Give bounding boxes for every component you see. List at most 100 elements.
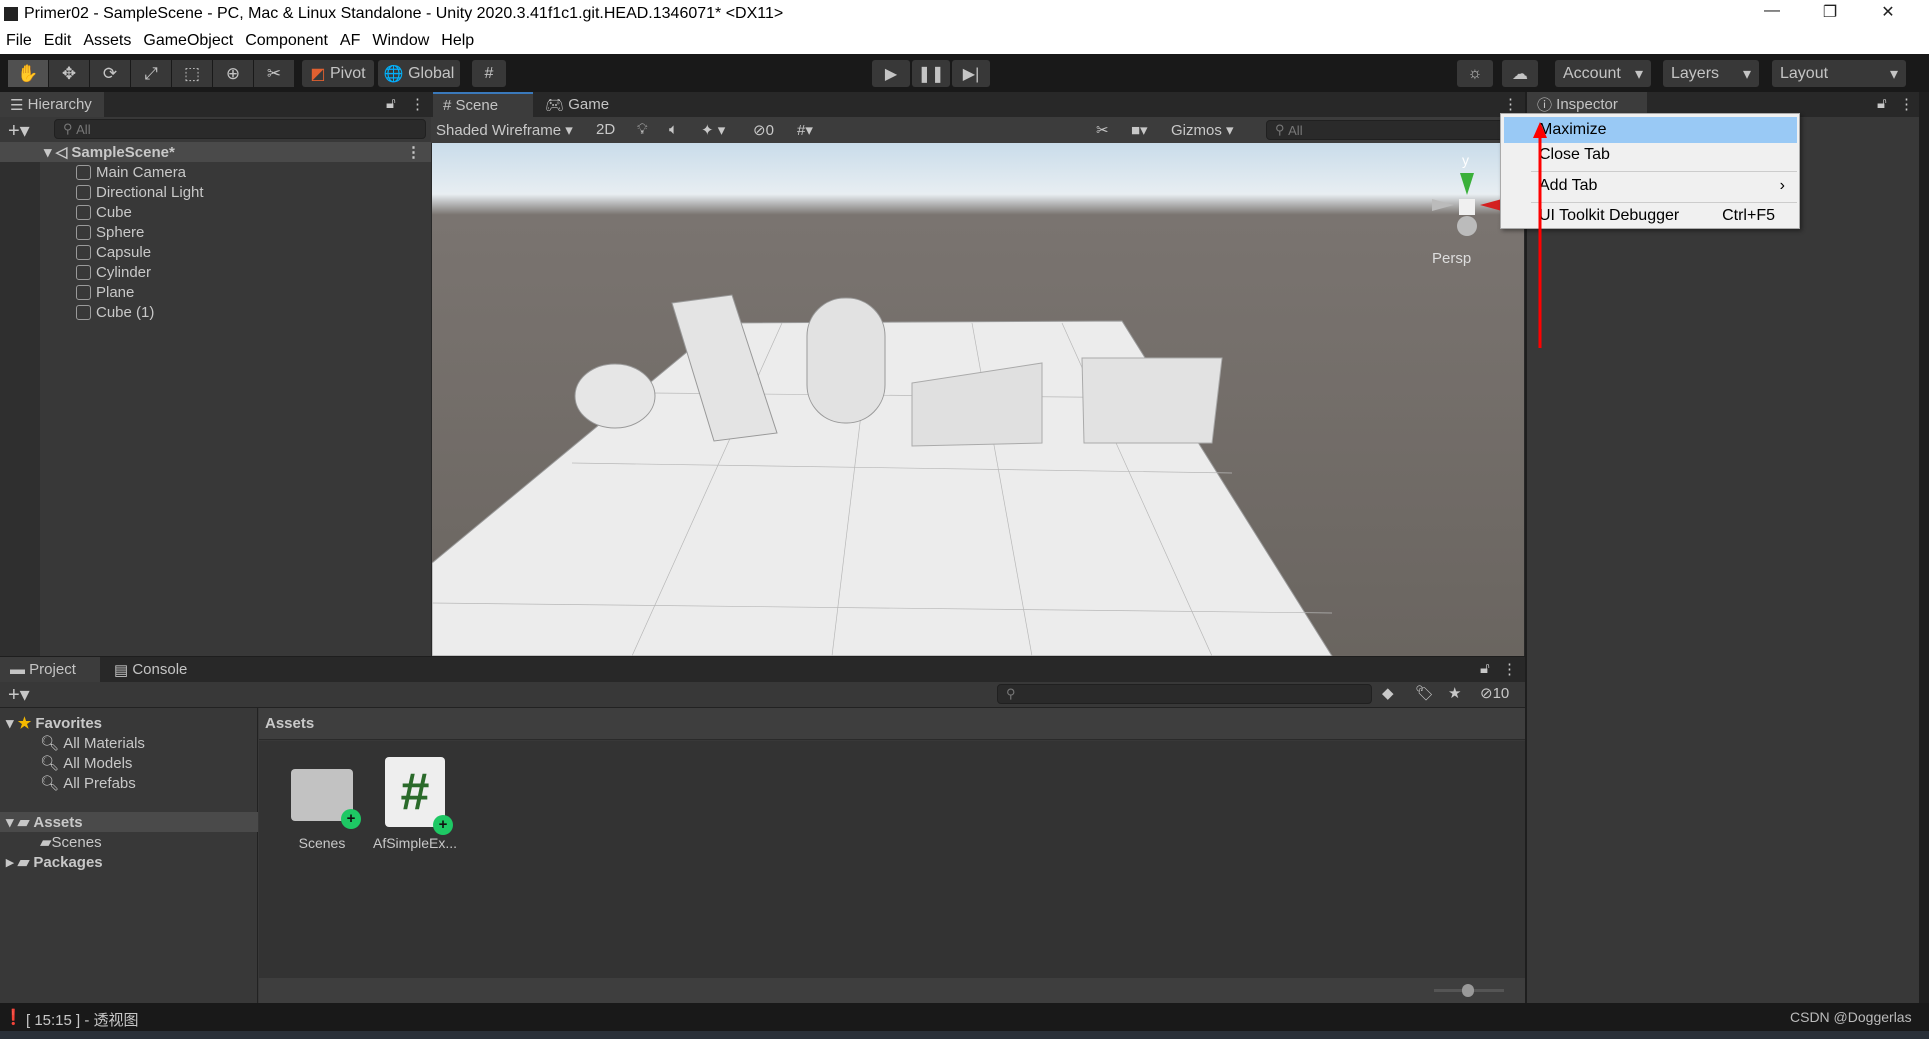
- hand-tool-icon[interactable]: ✋: [8, 60, 48, 87]
- layers-dropdown[interactable]: Layers ▾: [1663, 60, 1759, 87]
- menu-file[interactable]: File: [6, 32, 32, 50]
- gizmos-dropdown[interactable]: Gizmos ▾: [1171, 121, 1234, 139]
- search-icon: ⚲: [63, 121, 77, 136]
- menu-edit[interactable]: Edit: [44, 32, 72, 50]
- step-button[interactable]: ▶|: [952, 60, 990, 87]
- tab-scene[interactable]: # Scene: [433, 92, 533, 117]
- packages-folder-item[interactable]: ▸ ▰ Packages: [0, 852, 103, 872]
- grid-snap-button[interactable]: #: [472, 60, 506, 87]
- pause-button[interactable]: ❚❚: [912, 60, 950, 87]
- assets-breadcrumb[interactable]: Assets: [259, 708, 1525, 740]
- tab-project[interactable]: ▬ Project: [0, 657, 100, 682]
- hidden-objects-toggle[interactable]: ⊘0: [753, 121, 774, 139]
- rotate-tool-icon[interactable]: ⟳: [90, 60, 130, 87]
- hierarchy-item-label: Directional Light: [96, 183, 204, 201]
- close-button[interactable]: ✕: [1868, 2, 1908, 22]
- status-message[interactable]: [ 15:15 ] - 透视图: [26, 1009, 139, 1030]
- projection-label[interactable]: Persp: [1432, 250, 1471, 267]
- draw-mode-dropdown[interactable]: Shaded Wireframe ▾: [436, 121, 573, 139]
- slider-thumb[interactable]: [1462, 984, 1474, 997]
- transform-tool-icon[interactable]: ⊕: [213, 60, 253, 87]
- hierarchy-item[interactable]: Directional Light: [0, 182, 431, 202]
- capsule-object: [806, 297, 886, 424]
- rect-tool-icon[interactable]: ⬚: [172, 60, 212, 87]
- favorites-item[interactable]: ▾ ★ Favorites: [0, 713, 102, 733]
- favorite-all-materials[interactable]: 🔍︎ All Materials: [0, 733, 145, 753]
- layout-dropdown[interactable]: Layout ▾: [1772, 60, 1906, 87]
- tab-console[interactable]: ▤ Console: [104, 657, 197, 682]
- tab-game[interactable]: 🎮︎ Game: [535, 92, 619, 117]
- sphere-object: [574, 363, 656, 429]
- menu-component[interactable]: Component: [245, 32, 328, 50]
- search-by-label-icon[interactable]: 🏷︎: [1415, 684, 1434, 702]
- hierarchy-item[interactable]: Sphere: [0, 222, 431, 242]
- effects-toggle-icon[interactable]: ✦ ▾: [701, 121, 725, 139]
- move-tool-icon[interactable]: ✥: [49, 60, 89, 87]
- hierarchy-item[interactable]: Cylinder: [0, 262, 431, 282]
- hierarchy-item-label: Main Camera: [96, 163, 187, 181]
- minimize-button[interactable]: —: [1752, 2, 1792, 20]
- restore-button[interactable]: ❐: [1810, 2, 1850, 22]
- gameobject-cube-icon: [76, 304, 91, 320]
- scene-root-item[interactable]: ▾ ◁ SampleScene* ⋮: [0, 142, 431, 162]
- favorite-all-models[interactable]: 🔍︎ All Models: [0, 753, 132, 773]
- hierarchy-item[interactable]: Main Camera: [0, 162, 431, 182]
- menu-af[interactable]: AF: [340, 32, 360, 50]
- asset-scenes-folder[interactable]: + Scenes: [282, 757, 362, 851]
- more-options-icon[interactable]: ⋮: [410, 95, 425, 113]
- hierarchy-item[interactable]: Cube: [0, 202, 431, 222]
- scale-tool-icon[interactable]: ⤢: [131, 60, 171, 87]
- add-object-button[interactable]: +▾: [8, 118, 30, 143]
- gameobject-cube-icon: [76, 184, 91, 200]
- create-asset-button[interactable]: +▾: [8, 682, 30, 707]
- global-toggle[interactable]: 🌐 Global: [378, 60, 460, 87]
- custom-tool-icon[interactable]: ✂: [254, 60, 294, 87]
- hidden-count: 10: [1492, 685, 1510, 702]
- tools-icon[interactable]: ✂: [1096, 121, 1109, 139]
- gamepad-icon: 🎮︎: [545, 96, 569, 114]
- tab-hierarchy[interactable]: ☰ Hierarchy: [0, 92, 104, 117]
- lighting-toggle-icon[interactable]: 💡︎: [637, 121, 648, 138]
- hierarchy-search-input[interactable]: ⚲ All: [54, 119, 426, 139]
- collab-icon[interactable]: ☼: [1457, 60, 1493, 87]
- project-search-input[interactable]: ⚲: [997, 684, 1372, 704]
- menu-assets[interactable]: Assets: [83, 32, 131, 50]
- hierarchy-item[interactable]: Cube (1): [0, 302, 431, 322]
- scene-viewport[interactable]: y Persp: [432, 143, 1524, 656]
- pivot-toggle[interactable]: ◩ Pivot: [302, 60, 374, 87]
- menu-gameobject[interactable]: GameObject: [143, 32, 233, 50]
- menu-help[interactable]: Help: [441, 32, 474, 50]
- grid-toggle-icon[interactable]: #▾: [797, 121, 813, 139]
- hierarchy-item[interactable]: Capsule: [0, 242, 431, 262]
- search-by-type-icon[interactable]: ◆: [1382, 684, 1394, 702]
- favorites-star-icon[interactable]: ★: [1448, 684, 1461, 702]
- project-folder-tree: ▾ ★ Favorites 🔍︎ All Materials 🔍︎ All Mo…: [0, 708, 258, 1003]
- hidden-packages-toggle[interactable]: ⊘10: [1480, 684, 1509, 702]
- scene-search-input[interactable]: ⚲ All: [1266, 120, 1506, 140]
- scenes-folder-item[interactable]: ▰ Scenes: [0, 832, 102, 852]
- folder-icon: ▰: [17, 854, 34, 871]
- scene-more-options-icon[interactable]: ⋮: [1503, 95, 1518, 113]
- hierarchy-item[interactable]: Plane: [0, 282, 431, 302]
- more-options-icon[interactable]: ⋮: [1899, 95, 1914, 113]
- more-options-icon[interactable]: ⋮: [1502, 660, 1517, 678]
- cloud-icon[interactable]: ☁: [1502, 60, 1538, 87]
- lock-icon[interactable]: 🔓︎: [386, 95, 396, 112]
- camera-settings-icon[interactable]: ■▾: [1131, 121, 1148, 139]
- favorite-all-prefabs[interactable]: 🔍︎ All Prefabs: [0, 773, 136, 793]
- layout-label: Layout: [1780, 64, 1829, 82]
- lock-icon[interactable]: 🔓︎: [1877, 95, 1887, 112]
- play-button[interactable]: ▶: [872, 60, 910, 87]
- scene-more-icon[interactable]: ⋮: [406, 143, 421, 161]
- gameobject-cube-icon: [76, 284, 91, 300]
- lock-icon[interactable]: 🔓︎: [1480, 660, 1490, 677]
- gizmos-label: Gizmos: [1171, 122, 1222, 139]
- account-label: Account: [1563, 64, 1621, 82]
- account-dropdown[interactable]: Account ▾: [1555, 60, 1651, 87]
- audio-toggle-icon[interactable]: 🔈︎: [669, 121, 678, 138]
- asset-script[interactable]: # + AfSimpleEx...: [370, 757, 460, 851]
- assets-folder-item[interactable]: ▾ ▰ Assets: [0, 812, 258, 832]
- 2d-toggle[interactable]: 2D: [596, 121, 615, 138]
- menu-window[interactable]: Window: [372, 32, 429, 50]
- scene-toolbar: Shaded Wireframe ▾ 2D 💡︎ 🔈︎ ✦ ▾ ⊘0 #▾ ✂ …: [431, 117, 1525, 143]
